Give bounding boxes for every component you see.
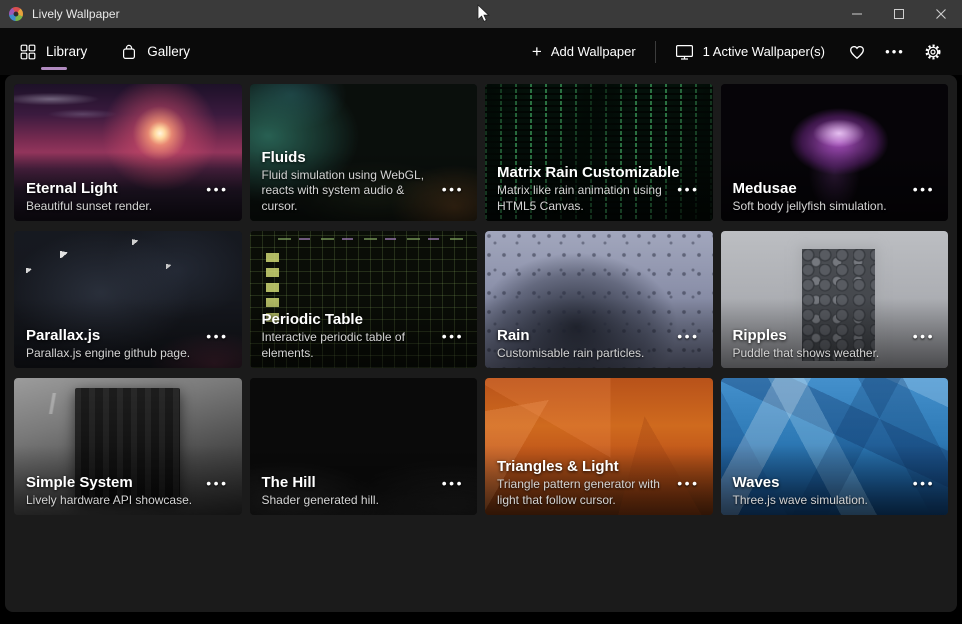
card-more-options-button[interactable]: ••• <box>442 328 464 344</box>
card-meta: Rain Customisable rain particles. <box>497 327 671 361</box>
card-description: Matrix like rain animation using HTML5 C… <box>497 183 671 214</box>
card-meta: Eternal Light Beautiful sunset render. <box>26 180 200 214</box>
command-bar: Library Gallery + Add Wallpaper 1 Active… <box>0 28 962 75</box>
card-meta: Matrix Rain Customizable Matrix like rai… <box>497 164 671 214</box>
card-title: Eternal Light <box>26 180 200 197</box>
card-description: Customisable rain particles. <box>497 346 671 361</box>
wallpaper-card[interactable]: Simple System Lively hardware API showca… <box>14 378 242 515</box>
wallpaper-card[interactable]: Periodic Table Interactive periodic tabl… <box>250 231 478 368</box>
card-title: Medusae <box>733 180 907 197</box>
card-more-options-button[interactable]: ••• <box>677 475 699 491</box>
card-meta: Fluids Fluid simulation using WebGL, rea… <box>262 149 436 214</box>
add-wallpaper-button[interactable]: + Add Wallpaper <box>519 35 649 69</box>
card-title: Triangles & Light <box>497 458 671 475</box>
maximize-button[interactable] <box>878 0 920 28</box>
card-meta: Ripples Puddle that shows weather. <box>733 327 907 361</box>
card-more-options-button[interactable]: ••• <box>206 181 228 197</box>
card-meta: Simple System Lively hardware API showca… <box>26 474 200 508</box>
titlebar: Lively Wallpaper <box>0 0 962 28</box>
card-description: Three.js wave simulation. <box>733 493 907 508</box>
heart-icon <box>848 43 866 61</box>
close-button[interactable] <box>920 0 962 28</box>
active-wallpaper-status-button[interactable]: 1 Active Wallpaper(s) <box>662 35 838 69</box>
add-wallpaper-label: Add Wallpaper <box>551 44 636 59</box>
wallpaper-card[interactable]: Ripples Puddle that shows weather. ••• <box>721 231 949 368</box>
card-more-options-button[interactable]: ••• <box>677 181 699 197</box>
card-more-options-button[interactable]: ••• <box>913 181 935 197</box>
bag-icon <box>121 44 137 60</box>
card-description: Shader generated hill. <box>262 493 436 508</box>
tab-library-label: Library <box>46 44 87 59</box>
card-title: The Hill <box>262 474 436 491</box>
wallpaper-card[interactable]: Rain Customisable rain particles. ••• <box>485 231 713 368</box>
card-description: Beautiful sunset render. <box>26 199 200 214</box>
minimize-icon <box>852 9 862 19</box>
card-title: Waves <box>733 474 907 491</box>
wallpaper-card[interactable]: The Hill Shader generated hill. ••• <box>250 378 478 515</box>
app-title: Lively Wallpaper <box>32 7 120 21</box>
command-bar-actions: + Add Wallpaper 1 Active Wallpaper(s) ••… <box>519 35 952 69</box>
close-icon <box>936 9 946 19</box>
active-tab-underline <box>41 67 67 70</box>
wallpaper-card[interactable]: Parallax.js Parallax.js engine github pa… <box>14 231 242 368</box>
card-more-options-button[interactable]: ••• <box>442 475 464 491</box>
app-logo-icon <box>9 7 23 21</box>
card-description: Interactive periodic table of elements. <box>262 330 436 361</box>
wallpaper-card[interactable]: Fluids Fluid simulation using WebGL, rea… <box>250 84 478 221</box>
card-meta: The Hill Shader generated hill. <box>262 474 436 508</box>
card-description: Soft body jellyfish simulation. <box>733 199 907 214</box>
card-description: Parallax.js engine github page. <box>26 346 200 361</box>
card-title: Simple System <box>26 474 200 491</box>
card-more-options-button[interactable]: ••• <box>677 328 699 344</box>
card-description: Lively hardware API showcase. <box>26 493 200 508</box>
card-description: Triangle pattern generator with light th… <box>497 477 671 508</box>
wallpaper-card[interactable]: Waves Three.js wave simulation. ••• <box>721 378 949 515</box>
card-title: Periodic Table <box>262 311 436 328</box>
card-title: Rain <box>497 327 671 344</box>
minimize-button[interactable] <box>836 0 878 28</box>
card-title: Fluids <box>262 149 436 166</box>
more-options-icon: ••• <box>885 44 905 59</box>
card-meta: Triangles & Light Triangle pattern gener… <box>497 458 671 508</box>
tab-gallery[interactable]: Gallery <box>117 28 194 75</box>
card-description: Puddle that shows weather. <box>733 346 907 361</box>
card-meta: Periodic Table Interactive periodic tabl… <box>262 311 436 361</box>
wallpaper-card[interactable]: Eternal Light Beautiful sunset render. •… <box>14 84 242 221</box>
card-more-options-button[interactable]: ••• <box>913 475 935 491</box>
gear-icon <box>924 43 942 61</box>
plus-icon: + <box>532 43 542 60</box>
card-more-options-button[interactable]: ••• <box>913 328 935 344</box>
wallpaper-card[interactable]: Triangles & Light Triangle pattern gener… <box>485 378 713 515</box>
card-meta: Waves Three.js wave simulation. <box>733 474 907 508</box>
settings-button[interactable] <box>914 35 952 69</box>
active-wallpaper-label: 1 Active Wallpaper(s) <box>703 44 825 59</box>
tab-gallery-label: Gallery <box>147 44 190 59</box>
card-description: Fluid simulation using WebGL, reacts wit… <box>262 168 436 214</box>
card-more-options-button[interactable]: ••• <box>206 475 228 491</box>
maximize-icon <box>894 9 904 19</box>
card-title: Matrix Rain Customizable <box>497 164 671 181</box>
card-more-options-button[interactable]: ••• <box>442 181 464 197</box>
monitor-icon <box>675 43 694 61</box>
toolbar-divider <box>655 41 656 63</box>
wallpaper-card[interactable]: Matrix Rain Customizable Matrix like rai… <box>485 84 713 221</box>
favorites-button[interactable] <box>838 35 876 69</box>
card-more-options-button[interactable]: ••• <box>206 328 228 344</box>
wallpaper-card[interactable]: Medusae Soft body jellyfish simulation. … <box>721 84 949 221</box>
card-title: Parallax.js <box>26 327 200 344</box>
content-panel: Eternal Light Beautiful sunset render. •… <box>5 75 957 612</box>
grid-icon <box>20 44 36 60</box>
card-meta: Parallax.js Parallax.js engine github pa… <box>26 327 200 361</box>
card-meta: Medusae Soft body jellyfish simulation. <box>733 180 907 214</box>
tab-library[interactable]: Library <box>16 28 91 75</box>
window-controls <box>836 0 962 28</box>
card-title: Ripples <box>733 327 907 344</box>
wallpaper-grid: Eternal Light Beautiful sunset render. •… <box>5 75 957 524</box>
more-options-button[interactable]: ••• <box>876 35 914 69</box>
